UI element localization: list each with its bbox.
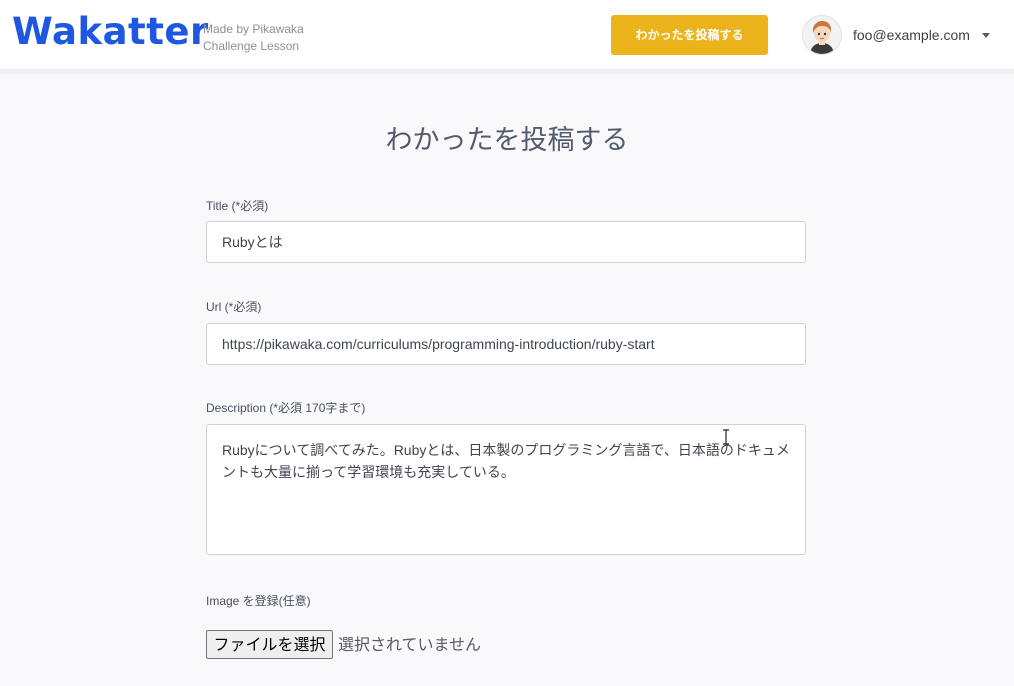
user-avatar-icon[interactable] xyxy=(802,15,842,55)
site-header: Wakatter Made by Pikawaka Challenge Less… xyxy=(0,0,1014,74)
description-label: Description (*必須 170字まで) xyxy=(206,401,366,415)
image-label: Image を登録(任意) xyxy=(206,594,311,608)
title-label: Title (*必須) xyxy=(206,199,269,213)
choose-file-button[interactable]: ファイルを選択 xyxy=(206,630,333,659)
logo[interactable]: Wakatter xyxy=(12,10,209,54)
description-textarea[interactable]: Rubyについて調べてみた。Rubyとは、日本製のプログラミング言語で、日本語の… xyxy=(206,424,806,555)
title-input[interactable] xyxy=(206,221,806,263)
caret-down-icon[interactable] xyxy=(982,33,990,38)
page-title: わかったを投稿する xyxy=(385,125,629,155)
avatar-illustration xyxy=(803,16,841,54)
user-email[interactable]: foo@example.com xyxy=(853,26,970,44)
post-wakatta-button[interactable]: わかったを投稿する xyxy=(611,15,768,55)
tagline-line-1: Made by Pikawaka xyxy=(203,22,304,36)
url-input[interactable] xyxy=(206,323,806,365)
text-cursor-icon xyxy=(723,429,729,445)
tagline-line-2: Challenge Lesson xyxy=(203,39,300,53)
tagline: Made by Pikawaka Challenge Lesson xyxy=(203,21,304,55)
url-label: Url (*必須) xyxy=(206,300,262,314)
file-status-text: 選択されていません xyxy=(338,635,482,654)
